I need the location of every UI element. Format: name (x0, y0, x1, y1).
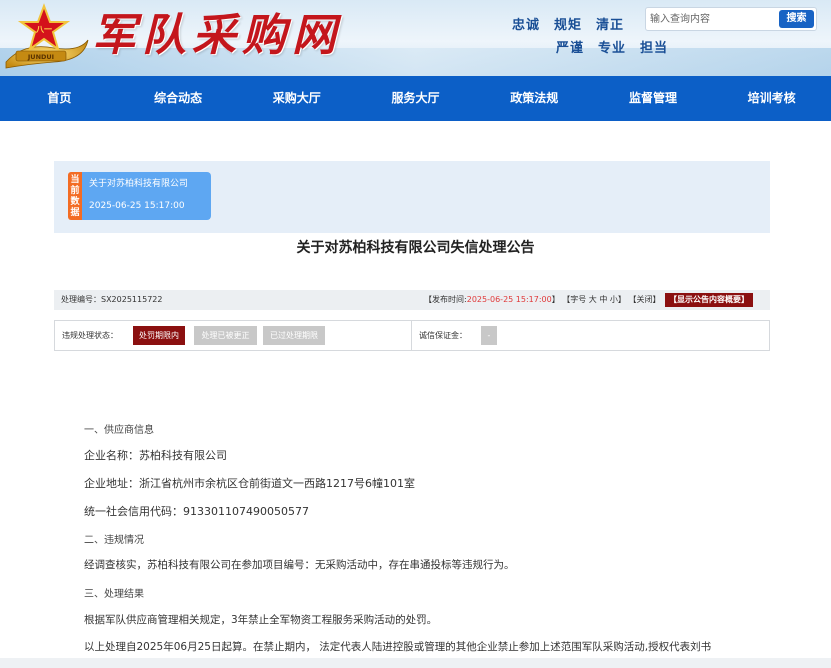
status-row: 违规处理状态： 处罚期限内 处理已被更正 已过处理期限 诚信保证金： - (54, 320, 770, 351)
section-supplier-info: 一、供应商信息 (84, 425, 154, 436)
motto-word: 严谨 (556, 41, 585, 56)
motto-row-1: 忠诚 规矩 清正 (512, 14, 638, 33)
current-data-card[interactable]: 关于对苏柏科技有限公司 2025-06-25 15:17:00 (82, 172, 211, 220)
meta-bar: 处理编号：SX2025115722 【发布时间:2025-06-25 15:17… (54, 290, 770, 310)
record-id: 处理编号：SX2025115722 (61, 290, 162, 310)
current-data-tag: 当前数据 (68, 172, 82, 220)
search-input[interactable] (650, 10, 770, 28)
motto-word: 规矩 (554, 18, 583, 33)
current-company: 关于对苏柏科技有限公司 (89, 179, 189, 189)
close-link[interactable]: 【关闭】 (628, 295, 660, 304)
motto-word: 专业 (598, 41, 627, 56)
nav-procurement-hall[interactable]: 采购大厅 (237, 76, 356, 121)
motto-word: 忠诚 (512, 18, 541, 33)
motto-word: 清正 (596, 18, 625, 33)
nav-training[interactable]: 培训考核 (712, 76, 831, 121)
search-box: 搜索 (645, 7, 817, 31)
section-violation: 二、违规情况 (84, 535, 144, 546)
svg-text:JUNDUI: JUNDUI (27, 53, 54, 61)
emblem-text: 八一 (35, 25, 52, 34)
company-name: 企业名称：苏柏科技有限公司 (84, 449, 227, 462)
nav-news[interactable]: 综合动态 (119, 76, 238, 121)
font-size-control[interactable]: 【字号 大 中 小】 (562, 295, 626, 304)
publish-end: 】 (551, 295, 560, 304)
current-datetime: 2025-06-25 15:17:00 (89, 201, 185, 211)
current-data-tag-text: 当前数据 (70, 175, 80, 218)
meta-actions: 【发布时间:2025-06-25 15:17:00】 【字号 大 中 小】 【关… (424, 290, 753, 310)
record-id-value: SX2025115722 (101, 295, 163, 304)
header-banner: 八一 JUNDUI 军队采购网 忠诚规矩清正 严谨专业担当 搜索 (0, 0, 831, 76)
motto-word: 担当 (640, 41, 669, 56)
motto-row-2: 严谨 专业 担当 (556, 37, 682, 56)
record-id-label: 处理编号： (61, 295, 101, 304)
status-in-penalty: 处罚期限内 (133, 326, 185, 345)
nav-supervision[interactable]: 监督管理 (594, 76, 713, 121)
nav-service-hall[interactable]: 服务大厅 (356, 76, 475, 121)
credit-code: 统一社会信用代码：913301107490050577 (84, 505, 309, 518)
status-divider (411, 321, 412, 350)
main-nav: 首页 综合动态 采购大厅 服务大厅 政策法规 监督管理 培训考核 (0, 76, 831, 121)
status-expired: 已过处理期限 (263, 326, 325, 345)
section-result: 三、处理结果 (84, 589, 144, 600)
result-text: 根据军队供应商管理相关规定，3年禁止全军物资工程服务采购活动的处罚。 (84, 614, 438, 626)
publish-label: 【发布时间: (424, 295, 467, 304)
show-summary-button[interactable]: 【显示公告内容概要】 (665, 293, 753, 307)
deposit-label: 诚信保证金： (419, 331, 467, 340)
site-logo-text[interactable]: 军队采购网 (92, 6, 342, 66)
nav-policy[interactable]: 政策法规 (475, 76, 594, 121)
violation-text: 经调查核实，苏柏科技有限公司在参加项目编号：无采购活动中，存在串通投标等违规行为… (84, 559, 515, 571)
deposit-value: - (481, 326, 497, 345)
page-title: 关于对苏柏科技有限公司失信处理公告 (296, 240, 535, 256)
horizontal-scrollbar[interactable] (0, 658, 831, 668)
search-button[interactable]: 搜索 (779, 10, 814, 28)
company-address: 企业地址：浙江省杭州市余杭区仓前街道文一西路1217号6幢101室 (84, 477, 415, 490)
publish-time: 2025-06-25 15:17:00 (466, 295, 552, 304)
army-emblem-icon: 八一 JUNDUI (5, 3, 89, 69)
start-text: 以上处理自2025年06月25日起算。在禁止期内， 法定代表人陆进控股或管理的其… (84, 641, 712, 653)
status-corrected: 处理已被更正 (194, 326, 257, 345)
status-label: 违规处理状态： (62, 331, 118, 340)
nav-home[interactable]: 首页 (0, 76, 119, 121)
